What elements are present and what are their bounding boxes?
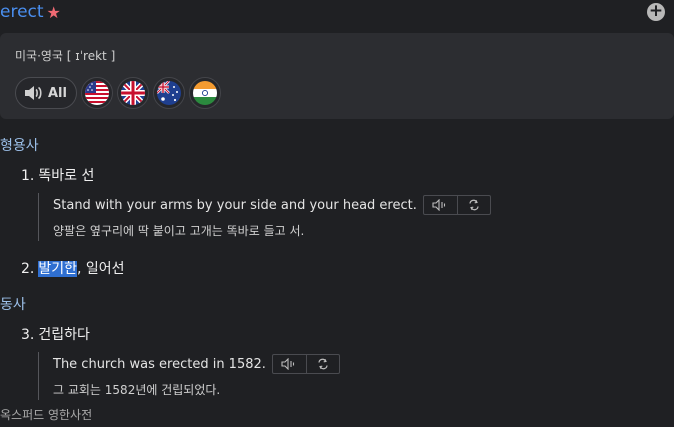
sense-text: , 일어선 (77, 261, 125, 277)
example-repeat-button[interactable] (305, 355, 339, 373)
repeat-icon (318, 358, 328, 370)
speaker-outline-icon (432, 199, 446, 211)
speaker-outline-icon (281, 358, 295, 370)
example-controls (422, 195, 491, 215)
part-of-speech-verb: 동사 (0, 297, 26, 313)
india-pronunciation-button[interactable] (189, 77, 221, 109)
example-quote-bar (38, 352, 39, 400)
pronunciation-label: 미국·영국 [ ɪˈrekt ] (15, 49, 116, 63)
repeat-icon (469, 199, 479, 211)
sense-number: 3. (21, 327, 35, 343)
play-all-button[interactable]: All (15, 77, 77, 109)
highlighted-text[interactable]: 발기한 (38, 261, 77, 277)
part-of-speech-adjective: 형용사 (0, 138, 39, 154)
headword-text: erect (0, 2, 44, 22)
sense-text: 똑바로 선 (38, 168, 95, 184)
sense-3: 3. 건립하다 (21, 324, 90, 344)
example-english: Stand with your arms by your side and yo… (53, 195, 491, 215)
dictionary-source[interactable]: 옥스퍼드 영한사전 (0, 406, 92, 423)
speaker-icon (25, 86, 42, 100)
example-controls (271, 354, 340, 374)
example-english: The church was erected in 1582. (53, 354, 340, 374)
sense-2: 2. 발기한, 일어선 (21, 258, 125, 278)
add-icon[interactable]: + (647, 3, 665, 21)
example-quote-bar (38, 193, 39, 241)
australia-pronunciation-button[interactable] (153, 77, 185, 109)
star-icon[interactable]: ★ (47, 3, 61, 22)
example-speak-button[interactable] (424, 196, 457, 214)
us-pronunciation-button[interactable] (81, 77, 113, 109)
headword: erect ★ (0, 2, 61, 22)
play-all-label: All (48, 85, 67, 101)
us-flag-icon (85, 81, 109, 105)
sense-1: 1. 똑바로 선 (21, 165, 94, 185)
australia-flag-icon (157, 81, 181, 105)
example-english-text: The church was erected in 1582. (53, 356, 266, 372)
sense-text: 건립하다 (38, 327, 90, 343)
example-korean: 양팔은 옆구리에 딱 붙이고 고개는 똑바로 들고 서. (53, 224, 305, 238)
example-speak-button[interactable] (273, 355, 306, 373)
uk-pronunciation-button[interactable] (117, 77, 149, 109)
sense-number: 2. (21, 261, 35, 277)
sense-number: 1. (21, 168, 35, 184)
india-flag-icon (193, 81, 217, 105)
uk-flag-icon (121, 81, 145, 105)
example-english-text: Stand with your arms by your side and yo… (53, 197, 417, 213)
example-korean: 그 교회는 1582년에 건립되었다. (53, 383, 221, 397)
example-repeat-button[interactable] (456, 196, 490, 214)
